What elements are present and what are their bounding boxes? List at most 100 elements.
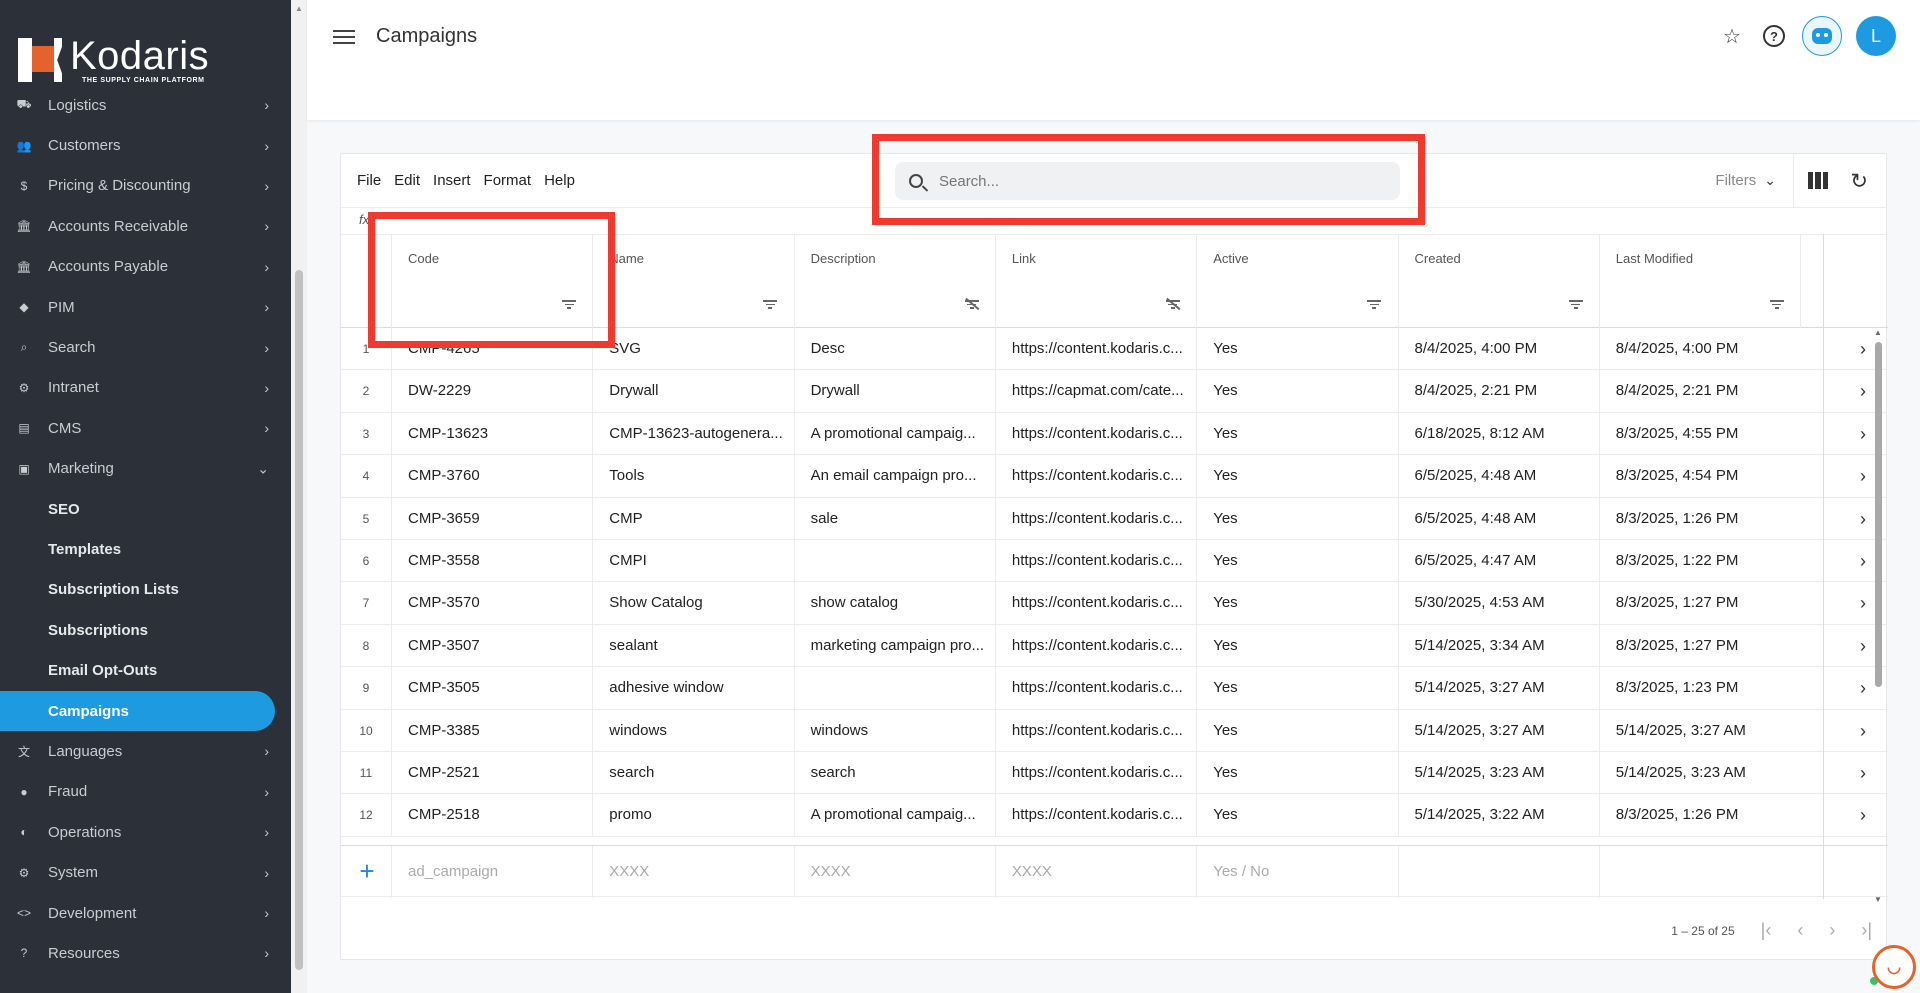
table-row[interactable]: 3 CMP-13623 CMP-13623-autogenera... A promo…: [341, 412, 1888, 456]
cell-description[interactable]: windows: [793, 709, 995, 752]
cell-created[interactable]: 5/14/2025, 3:22 AM: [1397, 794, 1599, 837]
sidebar-item-intranet[interactable]: ⚙ Intranet ›: [0, 368, 291, 408]
table-row[interactable]: 10 CMP-3385 windows windows https://content.…: [341, 709, 1888, 752]
sidebar-item-logistics[interactable]: ⛟ Logistics ›: [0, 85, 291, 125]
column-filter-description[interactable]: [793, 282, 995, 328]
cell-name[interactable]: Tools: [592, 455, 793, 498]
sidebar-item-fraud[interactable]: ● Fraud ›: [0, 772, 291, 812]
assistant-bot-icon[interactable]: [1802, 16, 1842, 56]
first-page-icon[interactable]: |‹: [1761, 920, 1772, 941]
cell-description[interactable]: Drywall: [793, 370, 995, 413]
filter-icon[interactable]: [1367, 298, 1382, 310]
new-row-placeholder-name[interactable]: XXXX: [592, 846, 793, 898]
cell-code[interactable]: CMP-3760: [391, 455, 592, 498]
cell-created[interactable]: 5/30/2025, 4:53 AM: [1397, 582, 1599, 625]
column-filter-link[interactable]: [994, 282, 1196, 328]
sidebar-item-operations[interactable]: ◐ Operations ›: [0, 812, 291, 852]
cell-description[interactable]: marketing campaign pro...: [793, 624, 995, 668]
sidebar-item-customers[interactable]: 👥 Customers ›: [0, 125, 291, 165]
cell-link[interactable]: https://content.kodaris.c...: [994, 709, 1196, 752]
scroll-up-arrow-icon[interactable]: ▲: [1874, 328, 1882, 337]
sidebar-item-accounts-payable[interactable]: 🏛 Accounts Payable ›: [0, 247, 291, 287]
sidebar-subitem-seo[interactable]: SEO: [0, 489, 291, 529]
cell-last-modified[interactable]: 5/14/2025, 3:27 AM: [1598, 709, 1800, 752]
grid-scrollbar-thumb[interactable]: [1875, 342, 1882, 687]
menu-insert[interactable]: Insert: [433, 172, 471, 189]
cell-name[interactable]: CMP: [592, 497, 793, 540]
cell-name[interactable]: Show Catalog: [592, 582, 793, 625]
cell-link[interactable]: https://content.kodaris.c...: [994, 624, 1196, 668]
cell-description[interactable]: An email campaign pro...: [793, 455, 995, 498]
cell-created[interactable]: 5/14/2025, 3:34 AM: [1397, 624, 1599, 668]
table-row[interactable]: 9 CMP-3505 adhesive window https://content.…: [341, 667, 1888, 710]
table-row[interactable]: 4 CMP-3760 Tools An email campaign pro... ht…: [341, 455, 1888, 498]
new-row-placeholder-code[interactable]: ad_campaign: [391, 846, 592, 898]
help-icon[interactable]: ?: [1760, 22, 1788, 50]
column-filter-name[interactable]: [592, 282, 793, 328]
column-header-created[interactable]: Created: [1397, 235, 1599, 283]
sidebar-subitem-subscription-lists[interactable]: Subscription Lists: [0, 570, 291, 610]
cell-code[interactable]: CMP-3507: [391, 624, 592, 668]
cell-active[interactable]: Yes: [1196, 497, 1397, 540]
cell-name[interactable]: CMP-13623-autogenera...: [592, 412, 793, 456]
column-header-name[interactable]: Name: [592, 235, 793, 283]
menu-edit[interactable]: Edit: [394, 172, 420, 189]
sidebar-item-marketing[interactable]: ▣ Marketing ⌄: [0, 449, 291, 489]
last-page-icon[interactable]: ›|: [1861, 920, 1872, 941]
filter-off-icon[interactable]: [964, 298, 979, 310]
cell-link[interactable]: https://content.kodaris.c...: [994, 752, 1196, 795]
new-row-placeholder-link[interactable]: XXXX: [994, 846, 1196, 898]
cell-active[interactable]: Yes: [1196, 582, 1397, 625]
cell-code[interactable]: CMP-3385: [391, 709, 592, 752]
sidebar-item-development[interactable]: <> Development ›: [0, 893, 291, 933]
support-chat-icon[interactable]: ◡: [1872, 945, 1916, 989]
cell-last-modified[interactable]: 8/3/2025, 1:27 PM: [1598, 624, 1800, 668]
cell-active[interactable]: Yes: [1196, 752, 1397, 795]
cell-created[interactable]: 5/14/2025, 3:27 AM: [1397, 709, 1599, 752]
sidebar-scrollbar[interactable]: ▲: [291, 0, 307, 993]
cell-created[interactable]: 6/5/2025, 4:47 AM: [1397, 540, 1599, 583]
column-header-active[interactable]: Active: [1196, 235, 1397, 283]
cell-description[interactable]: A promotional campaig...: [793, 794, 995, 837]
sidebar-item-accounts-receivable[interactable]: 🏛 Accounts Receivable ›: [0, 206, 291, 246]
refresh-icon[interactable]: ↻: [1850, 169, 1868, 194]
scroll-down-arrow-icon[interactable]: ▼: [1874, 895, 1882, 904]
column-filter-active[interactable]: [1196, 282, 1397, 328]
table-row[interactable]: 2 DW-2229 Drywall Drywall https://capmat.com…: [341, 370, 1888, 413]
cell-last-modified[interactable]: 8/3/2025, 1:26 PM: [1598, 497, 1800, 540]
column-filter-created[interactable]: [1397, 282, 1599, 328]
table-row[interactable]: 12 CMP-2518 promo A promotional campaig... h…: [341, 794, 1888, 837]
cell-active[interactable]: Yes: [1196, 540, 1397, 583]
cell-code[interactable]: DW-2229: [391, 370, 592, 413]
filters-dropdown[interactable]: Filters ⌄: [1715, 172, 1776, 189]
cell-description[interactable]: Desc: [793, 328, 995, 371]
cell-last-modified[interactable]: 8/3/2025, 1:26 PM: [1598, 794, 1800, 837]
new-row-placeholder-description[interactable]: XXXX: [793, 846, 995, 898]
sidebar-item-system[interactable]: ⚙ System ›: [0, 852, 291, 892]
cell-code[interactable]: CMP-2521: [391, 752, 592, 795]
table-row[interactable]: 5 CMP-3659 CMP sale https://content.kodaris.…: [341, 497, 1888, 540]
cell-active[interactable]: Yes: [1196, 624, 1397, 668]
cell-code[interactable]: CMP-3505: [391, 667, 592, 710]
cell-code[interactable]: CMP-3570: [391, 582, 592, 625]
cell-last-modified[interactable]: 8/4/2025, 4:00 PM: [1598, 328, 1800, 371]
cell-created[interactable]: 8/4/2025, 2:21 PM: [1397, 370, 1599, 413]
menu-file[interactable]: File: [357, 172, 381, 189]
scroll-up-arrow-icon[interactable]: ▲: [295, 4, 303, 13]
cell-link[interactable]: https://capmat.com/cate...: [994, 370, 1196, 413]
brand-logo[interactable]: Kodaris THE SUPPLY CHAIN PLATFORM: [18, 36, 209, 84]
cell-active[interactable]: Yes: [1196, 794, 1397, 837]
sidebar-subitem-campaigns[interactable]: Campaigns: [0, 690, 275, 732]
filter-icon[interactable]: [763, 298, 778, 310]
cell-active[interactable]: Yes: [1196, 412, 1397, 456]
new-row-empty-cell[interactable]: [1397, 846, 1599, 898]
cell-link[interactable]: https://content.kodaris.c...: [994, 497, 1196, 540]
cell-description[interactable]: [793, 667, 995, 710]
sidebar-scrollbar-thumb[interactable]: [295, 270, 303, 970]
cell-link[interactable]: https://content.kodaris.c...: [994, 455, 1196, 498]
grid-scrollbar[interactable]: ▲ ▼: [1872, 328, 1884, 904]
cell-code[interactable]: CMP-13623: [391, 412, 592, 456]
cell-active[interactable]: Yes: [1196, 370, 1397, 413]
new-row-placeholder-active[interactable]: Yes / No: [1196, 846, 1397, 898]
columns-icon[interactable]: [1808, 172, 1828, 189]
